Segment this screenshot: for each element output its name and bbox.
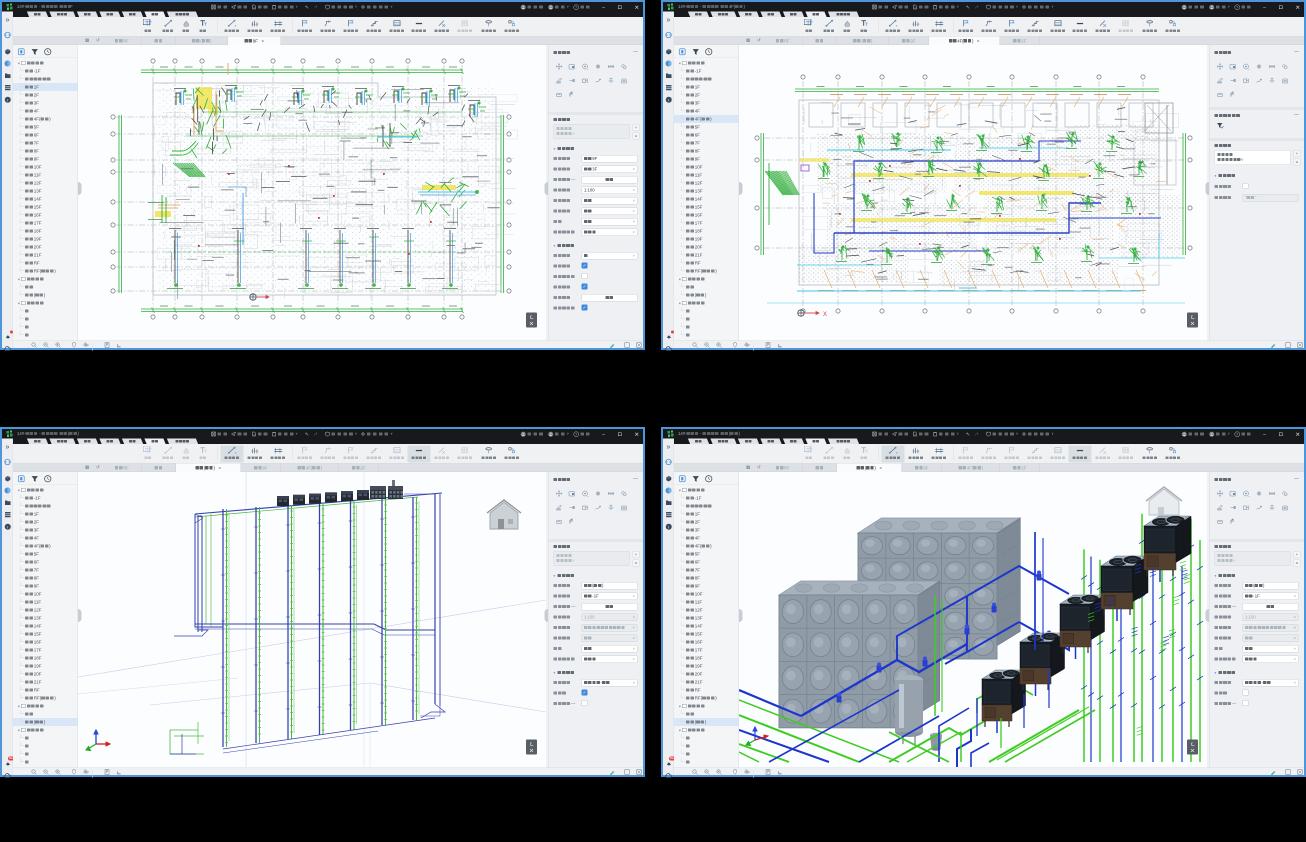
svg-text:?: ? — [575, 5, 577, 9]
svg-text:i: i — [668, 97, 669, 102]
svg-text:i: i — [668, 524, 669, 529]
svg-text:?: ? — [575, 432, 577, 436]
svg-text:?: ? — [1236, 432, 1238, 436]
svg-text:?: ? — [1236, 5, 1238, 9]
svg-text:i: i — [7, 524, 8, 529]
svg-text:i: i — [7, 97, 8, 102]
svg-text:X: X — [823, 312, 827, 318]
